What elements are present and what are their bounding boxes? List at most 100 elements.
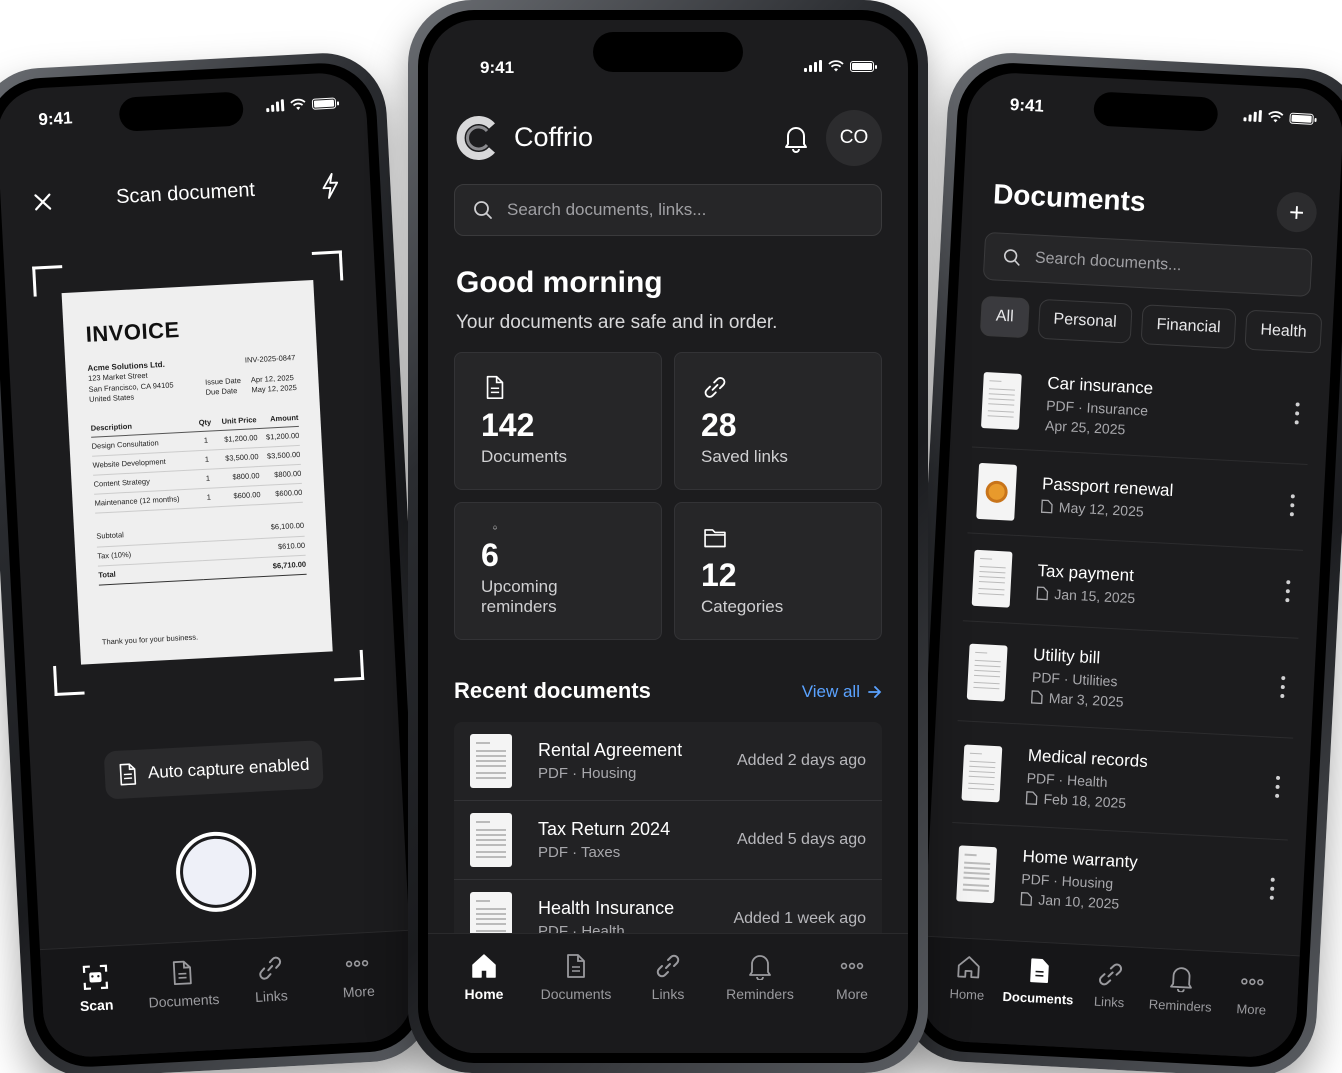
tab-documents[interactable]: Documents (536, 952, 616, 1053)
tab-home[interactable]: Home (444, 952, 524, 1053)
tab-links[interactable]: Links (1071, 959, 1147, 1052)
auto-capture-badge[interactable]: Auto capture enabled (103, 740, 324, 800)
shutter-button[interactable] (174, 829, 259, 914)
tab-more[interactable]: More (812, 952, 892, 1053)
list-item[interactable]: Car insurance PDF · Insurance Apr 25, 20… (971, 351, 1313, 466)
document-thumbnail (961, 743, 1003, 802)
search-input[interactable] (507, 200, 863, 220)
search-icon (1004, 249, 1020, 266)
more-options-icon[interactable] (1294, 402, 1301, 425)
stat-label: Upcoming reminders (481, 577, 558, 616)
invoice-thanks: Thank you for your business. (101, 632, 199, 647)
bell-icon (493, 525, 497, 530)
document-name: Tax Return 2024 (538, 819, 671, 839)
tab-scan[interactable]: Scan (55, 961, 140, 1058)
scan-icon (82, 964, 108, 991)
document-thumbnail (966, 643, 1008, 702)
document-meta: PDF · Housing (1021, 870, 1114, 892)
document-date: Apr 25, 2025 (1044, 416, 1126, 437)
chip-personal[interactable]: Personal (1037, 298, 1133, 344)
document-meta: PDF · Taxes (538, 844, 621, 861)
invoice-title: INVOICE (85, 317, 181, 347)
battery-icon (850, 60, 877, 72)
passport-thumbnail (976, 462, 1018, 521)
view-all-link[interactable]: View all (802, 682, 882, 702)
document-name: Health Insurance (538, 898, 675, 918)
link-icon (259, 956, 281, 980)
stat-value: 142 (481, 406, 535, 443)
list-item[interactable]: Tax Return 2024 PDF · Taxes Added 5 days… (454, 801, 882, 880)
document-icon (567, 954, 585, 978)
stat-card-categories[interactable]: 12 Categories (674, 502, 882, 640)
tab-more[interactable]: More (1213, 966, 1289, 1059)
status-time: 9:41 (480, 58, 515, 77)
tab-links[interactable]: Links (628, 952, 708, 1053)
search-bar[interactable] (454, 184, 882, 236)
document-icon (173, 960, 193, 986)
search-input[interactable] (1034, 249, 1294, 281)
stat-label: Saved links (701, 447, 788, 466)
flash-icon[interactable] (320, 172, 341, 199)
tab-links[interactable]: Links (229, 952, 314, 1049)
link-icon (1099, 963, 1123, 986)
stat-card-reminders[interactable]: 6 Upcoming reminders (454, 502, 662, 640)
greeting-subtitle: Your documents are safe and in order. (456, 312, 778, 333)
search-bar[interactable] (982, 231, 1313, 297)
invoice-meta: INV-2025-0847 Issue Date Apr 12, 2025 Du… (204, 352, 298, 397)
chip-financial[interactable]: Financial (1140, 304, 1237, 350)
status-time: 9:41 (37, 108, 73, 130)
home-screen: 9:41 Coffrio CO Good m (428, 20, 908, 1053)
status-bar: 9:41 (428, 42, 908, 77)
scan-header: Scan document (0, 169, 371, 224)
home-icon (956, 956, 980, 979)
document-icon (1020, 891, 1033, 906)
stat-card-links[interactable]: 28 Saved links (674, 352, 882, 490)
document-name: Medical records (1027, 745, 1149, 771)
documents-phone: 9:41 Documents + All Personal Financial … (897, 49, 1342, 1073)
list-item[interactable]: Medical records PDF · Health Feb 18, 202… (952, 721, 1294, 841)
list-item[interactable]: Utility bill PDF · Utilities Mar 3, 2025 (957, 621, 1299, 739)
chip-all[interactable]: All (979, 295, 1030, 339)
document-icon (119, 763, 137, 786)
more-options-icon[interactable] (1284, 580, 1291, 603)
battery-icon (1289, 112, 1314, 125)
document-icon (1040, 499, 1053, 513)
more-options-icon[interactable] (1289, 494, 1296, 517)
more-options-icon[interactable] (1279, 675, 1286, 699)
status-time: 9:41 (1009, 94, 1045, 116)
recent-header: Recent documents View all (454, 678, 882, 708)
document-date: Mar 3, 2025 (1030, 688, 1124, 709)
tab-home[interactable]: Home (929, 951, 1005, 1044)
invoice-number: INV-2025-0847 (244, 352, 296, 365)
app-header: Coffrio CO (454, 110, 882, 166)
link-icon (704, 377, 726, 398)
page-title: Documents (992, 178, 1147, 218)
list-item[interactable]: Rental Agreement PDF · Housing Added 2 d… (454, 722, 882, 801)
bell-icon (1170, 967, 1193, 993)
scan-title: Scan document (115, 178, 256, 209)
list-item[interactable]: Home warranty PDF · Housing Jan 10, 2025 (947, 823, 1288, 940)
more-options-icon[interactable] (1269, 877, 1276, 900)
bell-icon[interactable] (780, 122, 812, 154)
avatar[interactable]: CO (826, 110, 882, 166)
home-icon (472, 954, 496, 978)
add-document-button[interactable]: + (1275, 191, 1318, 234)
document-icon (1025, 790, 1038, 805)
folder-icon (704, 529, 726, 548)
tab-reminders[interactable]: Reminders (720, 952, 800, 1053)
tab-documents[interactable]: Documents (1000, 955, 1076, 1048)
stat-card-documents[interactable]: 142 Documents (454, 352, 662, 490)
document-date: Feb 18, 2025 (1025, 789, 1146, 811)
document-thumbnail (470, 813, 512, 867)
app-name: Coffrio (514, 122, 594, 152)
document-icon (1029, 958, 1049, 984)
tab-documents[interactable]: Documents (142, 957, 227, 1054)
document-icon (1030, 689, 1043, 704)
document-thumbnail (470, 734, 512, 788)
document-thumbnail (980, 371, 1022, 430)
tab-reminders[interactable]: Reminders (1142, 962, 1218, 1055)
chip-health[interactable]: Health (1244, 309, 1323, 354)
more-options-icon[interactable] (1274, 775, 1281, 799)
document-meta: PDF · Utilities (1031, 668, 1118, 689)
tab-more[interactable]: More (317, 948, 402, 1045)
